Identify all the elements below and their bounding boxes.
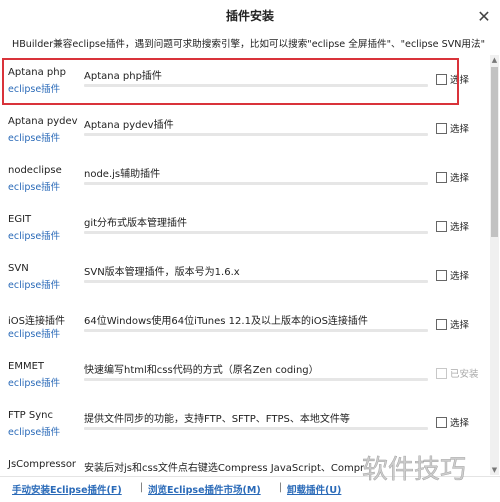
plugin-description: 提供文件同步的功能，支持FTP、SFTP、FTPS、本地文件等 — [84, 414, 350, 425]
row-divider — [84, 378, 428, 381]
help-hint: HBuilder兼容eclipse插件，遇到问题可求助搜索引擎，比如可以搜索"e… — [12, 39, 486, 50]
highlight-box — [2, 58, 459, 105]
select-label[interactable]: 选择 — [450, 415, 469, 429]
plugin-name: Aptana pydev — [8, 116, 78, 127]
plugin-type-link[interactable]: eclipse插件 — [8, 375, 60, 389]
plugin-row: SVN eclipse插件 SVN版本管理插件，版本号为1.6.x 选择 — [0, 251, 488, 299]
select-label[interactable]: 选择 — [450, 268, 469, 282]
plugin-name: nodeclipse — [8, 165, 62, 176]
plugin-name: SVN — [8, 263, 29, 274]
plugin-type-link[interactable]: eclipse插件 — [8, 326, 60, 340]
plugin-type-link[interactable]: eclipse插件 — [8, 228, 60, 242]
plugin-name: FTP Sync — [8, 410, 53, 421]
select-checkbox[interactable] — [436, 319, 447, 330]
plugin-name: EMMET — [8, 361, 45, 372]
select-label[interactable]: 选择 — [450, 219, 469, 233]
plugin-description: node.js辅助插件 — [84, 169, 161, 180]
plugin-description: SVN版本管理插件，版本号为1.6.x — [84, 267, 240, 278]
plugin-row: EMMET eclipse插件 快速编写html和css代码的方式（原名Zen … — [0, 349, 488, 397]
watermark-text: 软件技巧 — [362, 455, 466, 485]
plugin-name: iOS连接插件 — [8, 316, 65, 327]
scroll-up-arrow-icon[interactable]: ▲ — [490, 55, 499, 65]
close-icon: ✕ — [477, 6, 491, 26]
manual-install-link[interactable]: 手动安装Eclipse插件(F) — [12, 482, 122, 496]
row-divider — [84, 427, 428, 430]
uninstall-link[interactable]: 卸载插件(U) — [287, 482, 341, 496]
plugin-type-link[interactable]: eclipse插件 — [8, 179, 60, 193]
plugin-type-link[interactable]: eclipse插件 — [8, 277, 60, 291]
plugin-description: 快速编写html和css代码的方式（原名Zen coding） — [84, 365, 319, 376]
plugin-row: EGIT eclipse插件 git分布式版本管理插件 选择 — [0, 202, 488, 250]
plugin-row: FTP Sync eclipse插件 提供文件同步的功能，支持FTP、SFTP、… — [0, 398, 488, 446]
select-checkbox[interactable] — [436, 172, 447, 183]
plugin-type-link[interactable]: eclipse插件 — [8, 424, 60, 438]
select-label[interactable]: 选择 — [450, 121, 469, 135]
select-checkbox[interactable] — [436, 270, 447, 281]
select-checkbox[interactable] — [436, 221, 447, 232]
installed-checkbox — [436, 368, 447, 379]
vertical-scrollbar[interactable]: ▲ ▼ — [490, 55, 499, 475]
row-divider — [84, 182, 428, 185]
plugin-name: JsCompressor — [8, 459, 77, 470]
select-checkbox[interactable] — [436, 123, 447, 134]
close-button[interactable]: ✕ — [468, 0, 500, 32]
select-checkbox[interactable] — [436, 417, 447, 428]
plugin-type-link[interactable]: eclipse插件 — [8, 130, 60, 144]
plugin-description: git分布式版本管理插件 — [84, 218, 188, 229]
plugin-row: Aptana pydev eclipse插件 Aptana pydev插件 选择 — [0, 104, 488, 152]
select-label[interactable]: 选择 — [450, 317, 469, 331]
plugin-name: EGIT — [8, 214, 32, 225]
dialog-title: 插件安装 — [225, 9, 274, 23]
plugin-row: nodeclipse eclipse插件 node.js辅助插件 选择 — [0, 153, 488, 201]
plugin-description: 64位Windows使用64位iTunes 12.1及以上版本的iOS连接插件 — [84, 316, 368, 327]
row-divider — [84, 329, 428, 332]
plugin-list[interactable]: Aptana php eclipse插件 Aptana php插件 选择 Apt… — [0, 55, 488, 475]
footer-separator: | — [279, 482, 283, 493]
installed-label: 已安装 — [450, 369, 479, 380]
watermark-logo: 软件技巧 — [362, 455, 466, 485]
footer-separator: | — [140, 482, 144, 493]
scroll-thumb[interactable] — [491, 67, 498, 237]
select-label[interactable]: 选择 — [450, 170, 469, 184]
row-divider — [84, 280, 428, 283]
browse-market-link[interactable]: 浏览Eclipse插件市场(M) — [148, 482, 261, 496]
row-divider — [84, 133, 428, 136]
plugin-description: Aptana pydev插件 — [84, 120, 174, 131]
row-divider — [84, 231, 428, 234]
plugin-row: iOS连接插件 eclipse插件 64位Windows使用64位iTunes … — [0, 300, 488, 348]
